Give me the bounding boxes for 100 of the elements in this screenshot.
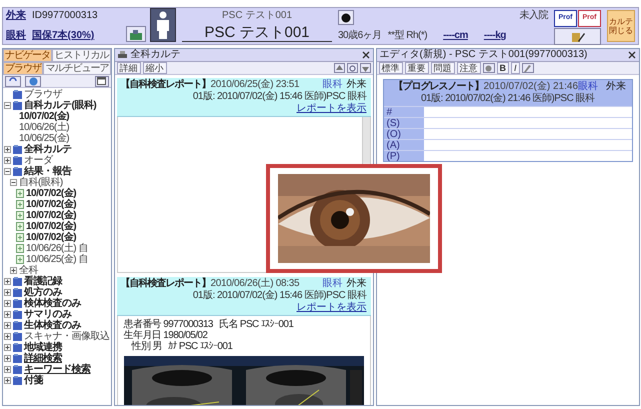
close-button[interactable]	[362, 51, 370, 59]
expand-toggle[interactable]	[10, 179, 17, 186]
tree-item[interactable]: 検体検査のみ	[24, 298, 81, 309]
printer-icon	[118, 50, 126, 60]
toolbar-button[interactable]: 縮小	[142, 62, 166, 74]
report-datetime: 2010/06/25(金) 23:51	[210, 79, 300, 91]
close-button[interactable]	[628, 51, 636, 59]
expand-toggle[interactable]	[4, 322, 11, 329]
tree-item[interactable]: 10/07/02(金)	[26, 221, 76, 232]
tree-item[interactable]: 生体検査のみ	[24, 320, 81, 331]
soap-label: (S)	[386, 118, 401, 128]
folder-icon	[13, 288, 22, 297]
tree-item[interactable]: 10/07/02(金)	[26, 232, 76, 243]
scrollbar[interactable]	[362, 117, 370, 163]
edit-button[interactable]	[554, 28, 601, 45]
document-icon	[16, 233, 24, 242]
navigator-tab[interactable]: マルチビューア	[43, 62, 110, 75]
record-button[interactable]	[338, 10, 354, 25]
tree-item[interactable]: 全科カルテ	[24, 144, 72, 155]
tree-item[interactable]: 自科カルテ(眼科)	[24, 100, 96, 111]
note-field[interactable]	[424, 129, 632, 139]
close-chart-button[interactable]: カルテ閉じる	[607, 10, 635, 42]
toolbar-button[interactable]: 重要	[404, 62, 428, 74]
expand-toggle[interactable]	[4, 168, 11, 175]
note-visit: 外来	[606, 81, 626, 93]
expand-toggle[interactable]	[4, 157, 11, 164]
refresh-button[interactable]	[346, 63, 358, 73]
tree-item[interactable]: 結果・報告	[24, 166, 72, 177]
expand-toggle[interactable]	[4, 102, 11, 109]
tree-item[interactable]: 処方のみ	[24, 287, 62, 298]
expand-toggle[interactable]	[10, 267, 17, 274]
tree-item[interactable]: 10/06/26(土)	[19, 122, 70, 133]
toolbar-button[interactable]: 注意	[456, 62, 480, 74]
version-line: 01版: 2010/07/02(金) 21:46 医師)PSC 眼科	[420, 93, 596, 106]
window-icon	[97, 77, 106, 85]
expand-toggle[interactable]	[4, 377, 11, 384]
globe-button[interactable]	[25, 76, 41, 86]
tree-item[interactable]: 詳細検索	[24, 353, 62, 364]
tree-item[interactable]: オーダ	[24, 155, 52, 166]
expand-toggle[interactable]	[4, 344, 11, 351]
insurance-link[interactable]: 国保7本(30%)	[32, 30, 120, 42]
tree-item[interactable]: 付箋	[24, 375, 43, 386]
tree-item[interactable]: 地域連携	[24, 342, 62, 353]
tree-item[interactable]: 10/07/02(金)	[26, 210, 76, 221]
tree-item[interactable]: サマリのみ	[24, 309, 72, 320]
show-report-link[interactable]: レポートを表示	[296, 103, 366, 114]
tree-item[interactable]: 10/06/26(土) 自	[26, 243, 88, 254]
note-field[interactable]	[424, 118, 632, 128]
tree-item[interactable]: 10/06/25(金)	[19, 133, 70, 144]
soap-label: (P)	[386, 151, 401, 161]
folder-icon	[13, 332, 22, 341]
toolbar-button[interactable]: 問題	[430, 62, 454, 74]
insert-button[interactable]	[522, 63, 534, 73]
note-field[interactable]	[424, 151, 632, 161]
folder-icon	[13, 310, 22, 319]
italic-button[interactable]: I	[511, 62, 520, 74]
wallet-button[interactable]	[126, 26, 146, 42]
tree-item[interactable]: 看護記録	[24, 276, 62, 287]
up-button[interactable]	[334, 63, 344, 73]
expand-toggle[interactable]	[4, 278, 11, 285]
navigator-tab[interactable]: ナビゲータ	[3, 49, 52, 62]
tree-item[interactable]: 10/07/02(金)	[19, 111, 70, 122]
tree-item[interactable]: ブラウザ	[24, 89, 62, 100]
note-field[interactable]	[424, 107, 632, 117]
patient-field: ｶﾅ PSC ｴｽｼｰ001	[168, 341, 232, 352]
bold-button[interactable]: B	[496, 62, 509, 74]
navigator-tab[interactable]: ブラウザ	[3, 62, 44, 75]
toolbar-button[interactable]: 標準	[378, 62, 402, 74]
department: 眼科	[6, 30, 26, 42]
tree-item[interactable]: 全科	[19, 265, 38, 276]
expand-toggle[interactable]	[4, 146, 11, 153]
blood-type: **型 Rh(*)	[388, 30, 428, 42]
expand-toggle[interactable]	[4, 289, 11, 296]
color-button[interactable]	[482, 63, 494, 73]
toolbar-button[interactable]: 詳細	[116, 62, 140, 74]
expand-toggle[interactable]	[4, 366, 11, 373]
expand-toggle[interactable]	[4, 333, 11, 340]
circle-icon	[485, 64, 492, 72]
show-report-link[interactable]: レポートを表示	[296, 302, 366, 313]
panel-button[interactable]	[94, 76, 108, 86]
expand-toggle[interactable]	[4, 300, 11, 307]
down-button[interactable]	[360, 63, 370, 73]
tree-item[interactable]: 10/06/25(金) 自	[26, 254, 88, 265]
report-title: 【自科検査レポート】	[120, 278, 210, 290]
weight-value: ----kg	[484, 30, 506, 42]
expand-toggle[interactable]	[4, 311, 11, 318]
tree-item[interactable]: 10/07/02(金)	[26, 188, 76, 199]
navigator-tab[interactable]: ヒストリカル	[52, 49, 110, 62]
patient-name: PSC テスト001	[182, 24, 332, 42]
tree-item[interactable]: スキャナ・画像取込	[24, 331, 110, 342]
expand-toggle[interactable]	[4, 355, 11, 362]
folder-icon	[13, 354, 22, 363]
tree-item[interactable]: 自科(眼科)	[19, 177, 63, 188]
note-datetime: 2010/07/02(金) 21:46	[484, 81, 578, 93]
refresh-button[interactable]	[5, 76, 21, 86]
report-department: 眼科	[322, 278, 342, 290]
tree-item[interactable]: キーワード検索	[24, 364, 90, 375]
tree-item[interactable]: 10/07/02(金)	[26, 199, 76, 210]
folder-icon	[13, 299, 22, 308]
note-field[interactable]	[424, 140, 632, 150]
